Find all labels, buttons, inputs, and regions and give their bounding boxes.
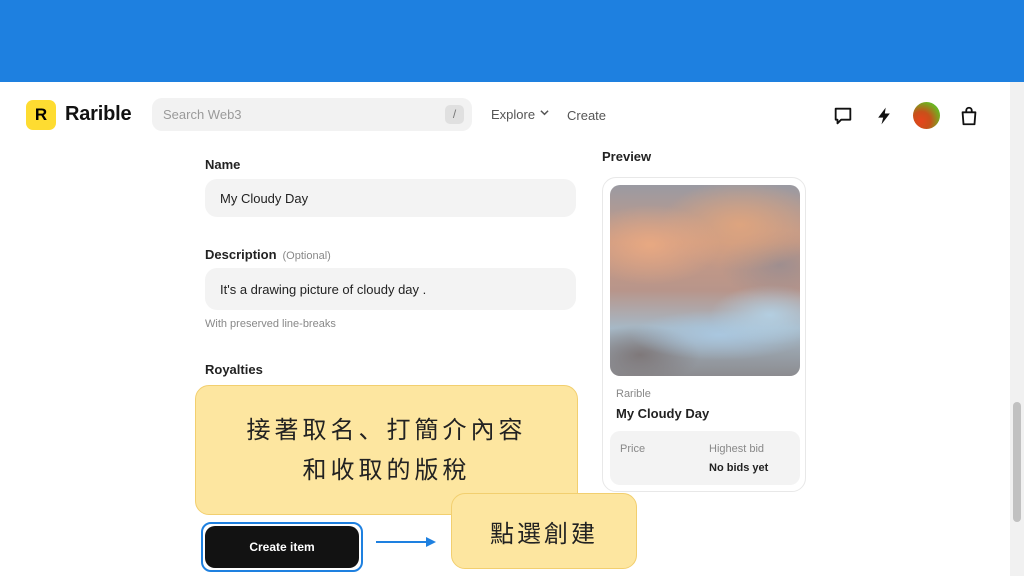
bag-icon[interactable] [957,104,981,128]
description-label-text: Description [205,247,277,262]
page-scrollbar[interactable] [1010,82,1024,576]
rarible-logo-icon[interactable]: R [26,100,56,130]
callout-line-2: 和收取的版稅 [302,456,471,484]
card-owner: Rarible [616,388,651,400]
chevron-down-icon[interactable] [540,108,549,120]
create-item-button[interactable]: Create item [205,526,359,568]
nav-create[interactable]: Create [567,108,606,123]
navbar: R Rarible Search Web3 / Explore Create [0,82,1010,148]
search-input[interactable]: Search Web3 / [152,98,472,131]
preview-image [610,185,800,376]
description-field[interactable]: It's a drawing picture of cloudy day . [205,268,576,310]
optional-tag: (Optional) [282,250,331,262]
name-field[interactable]: My Cloudy Day [205,179,576,217]
card-title: My Cloudy Day [616,406,710,421]
top-color-band [0,0,1024,82]
callout-line-1: 接著取名、打簡介內容 [246,416,527,444]
highest-bid-value: No bids yet [709,462,769,474]
search-shortcut-key: / [445,105,464,124]
preview-label: Preview [602,149,652,164]
avatar[interactable] [913,102,940,129]
royalties-label: Royalties [205,362,263,377]
card-price-info: Price Highest bid No bids yet [610,431,800,485]
brand-name[interactable]: Rarible [65,103,132,126]
description-value: It's a drawing picture of cloudy day . [220,282,427,297]
lightning-icon[interactable] [872,104,896,128]
price-label: Price [620,443,646,455]
nav-explore[interactable]: Explore [491,107,535,122]
preview-card: Rarible My Cloudy Day Price Highest bid … [602,177,806,492]
description-hint: With preserved line-breaks [205,318,336,330]
description-label: Description (Optional) [205,247,331,262]
search-placeholder: Search Web3 [163,107,242,122]
annotation-callout-click: 點選創建 [451,493,637,569]
highest-bid-label: Highest bid [709,443,765,455]
scrollbar-thumb[interactable] [1013,402,1021,522]
name-value: My Cloudy Day [220,191,309,206]
arrow-right-icon [376,537,436,547]
name-label: Name [205,157,241,172]
chat-icon[interactable] [831,104,855,128]
